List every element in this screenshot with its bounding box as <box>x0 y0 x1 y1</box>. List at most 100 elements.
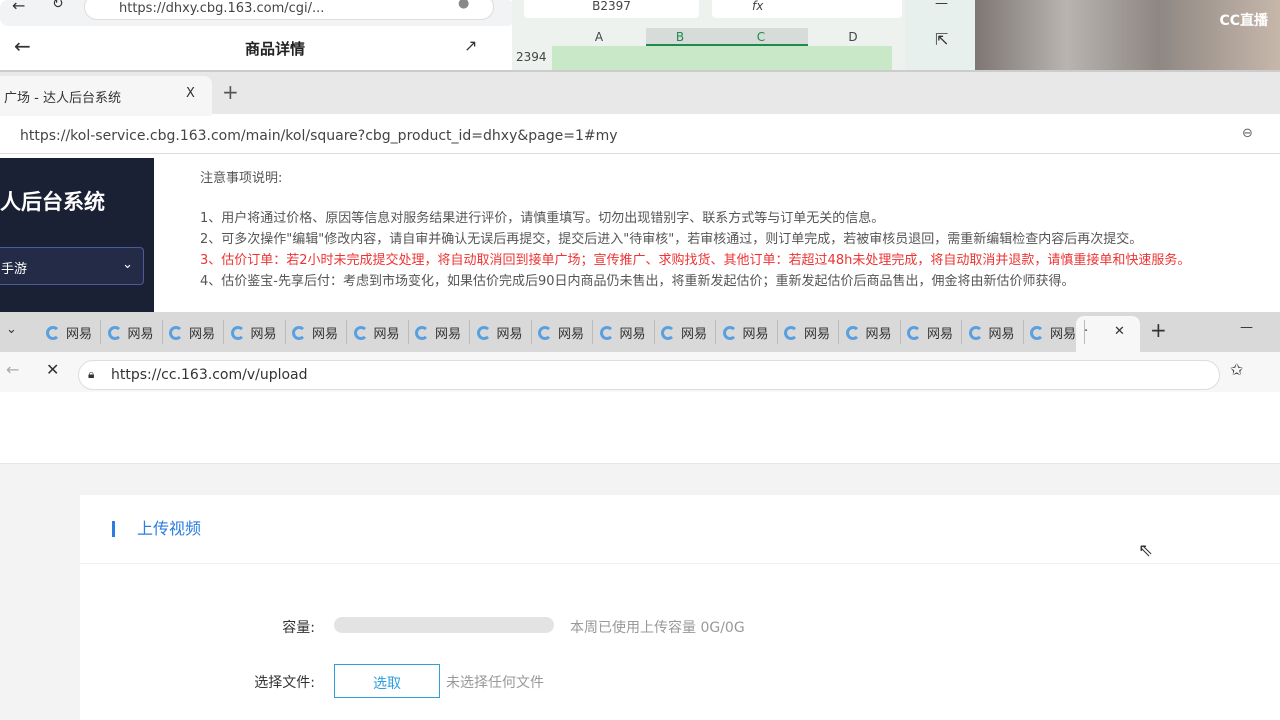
tab-title: 网易 <box>189 327 216 342</box>
note-item-warning: 3、估价订单：若2小时未完成提交处理，将自动取消回到接单广场；宣传推广、求购找货… <box>200 253 1191 268</box>
tab-favicon-icon <box>107 326 122 340</box>
active-tab[interactable]: · ✕ <box>1076 316 1140 352</box>
browser-tab[interactable]: 网易 <box>655 320 716 344</box>
browser-tab[interactable]: 网易 <box>717 320 778 344</box>
browser-tab[interactable]: 网易 <box>409 320 470 344</box>
column-header[interactable]: C <box>714 28 808 46</box>
browser-tab[interactable]: 网易 <box>40 320 101 344</box>
tab-favicon-icon <box>722 326 737 340</box>
capacity-label: 容量: <box>282 620 315 636</box>
tab-favicon-icon <box>292 326 306 340</box>
browser-tab[interactable]: 网易 <box>225 320 286 344</box>
browser-tab[interactable]: 网易 <box>471 320 532 344</box>
tab-title: 网易 <box>681 327 708 342</box>
page-title: 商品详情 <box>244 40 305 58</box>
spreadsheet: B2397 fx A B C D 2394 <box>512 0 905 72</box>
capacity-hint: 本周已使用上传容量 0G/0G <box>570 620 745 636</box>
note-item: 4、估价鉴宝-先享后付：考虑到市场变化，如果估价完成后90日内商品仍未售出，将重… <box>200 274 1075 289</box>
tab-title: 网易 <box>1050 327 1077 342</box>
browser-tab[interactable]: 网易 <box>163 320 224 344</box>
column-header[interactable]: D <box>808 28 898 46</box>
tab-title: 网易 <box>250 327 277 342</box>
tab-favicon-icon <box>169 326 183 340</box>
lock-icon: 🔒︎ <box>88 367 95 381</box>
tab-title: 网易 <box>865 327 892 342</box>
cursor-icon[interactable]: ⇱ <box>935 30 948 49</box>
tab-title: 网易 <box>496 327 523 342</box>
row-header[interactable]: 2394 <box>516 50 547 64</box>
avatar[interactable]: ● <box>458 0 469 11</box>
column-header[interactable]: B <box>646 28 714 46</box>
tab-kol[interactable]: 广场 - 达人后台系统 X <box>0 76 212 116</box>
tab-favicon-icon <box>845 326 860 340</box>
file-label: 选择文件: <box>254 675 315 691</box>
product-select[interactable]: 手游 ⌄ <box>0 247 144 285</box>
back-icon[interactable]: ← <box>6 360 19 379</box>
browser-tab[interactable]: 网易 <box>348 320 409 344</box>
select-value: 手游 <box>1 262 28 277</box>
mouse-cursor-icon: ⇖ <box>1138 540 1154 561</box>
browser-tab[interactable]: 网易 <box>102 320 163 344</box>
back-icon[interactable]: ← <box>12 0 25 15</box>
tab-title: 网易 <box>619 327 646 342</box>
tab-title: 网易 <box>127 327 154 342</box>
tab-bar: ⌄ · ✕ + — 网易 网易 网易 网易 网易 网易 网易 网易 网易 网易 网易 网易 网易 网易 网易… <box>0 312 1280 352</box>
browser-tab[interactable]: 网易 <box>286 320 347 344</box>
selected-cells[interactable] <box>552 46 892 72</box>
tab-title: 广场 - 达人后台系统 <box>4 91 121 106</box>
tab-list-icon[interactable]: ⌄ <box>6 322 17 337</box>
tab-title: 网易 <box>988 327 1015 342</box>
tab-title: 网易 <box>312 327 339 342</box>
new-tab-button[interactable]: + <box>222 80 239 104</box>
favorites-list-icon[interactable]: ✩ <box>1230 360 1243 379</box>
sidebar-title: 人后台系统 <box>0 190 105 214</box>
zoom-icon[interactable]: ⊖ <box>1242 126 1253 141</box>
share-icon[interactable]: ↗ <box>464 36 477 55</box>
tab-title: 网易 <box>804 327 831 342</box>
side-toolbar: — ⇱ <box>905 0 975 72</box>
no-file-text: 未选择任何文件 <box>446 675 544 691</box>
tab-favicon-icon <box>230 326 245 340</box>
minimize-icon[interactable]: — <box>1240 320 1253 335</box>
name-box[interactable]: B2397 <box>524 0 699 18</box>
browser-tab[interactable]: 网易 <box>594 320 655 344</box>
browser-tab[interactable]: 网易 <box>1024 320 1085 344</box>
fx-icon: fx <box>752 0 764 13</box>
tab-title: 网易 <box>558 327 585 342</box>
tab-title: 网易 <box>927 327 954 342</box>
tab-favicon-icon <box>661 326 675 340</box>
back-arrow-icon[interactable]: ← <box>14 34 31 58</box>
site-header <box>0 392 1280 464</box>
upload-card: 上传视频 容量: 本周已使用上传容量 0G/0G 选择文件: 选取 未选择任何文… <box>80 495 1280 720</box>
tab-title: 网易 <box>435 327 462 342</box>
address-bar[interactable]: https://cc.163.com/v/upload <box>78 360 1220 390</box>
browser-tab[interactable]: 网易 <box>840 320 901 344</box>
formula-bar[interactable]: fx <box>712 0 902 18</box>
divider <box>80 563 1280 564</box>
browser-tab[interactable]: 网易 <box>963 320 1024 344</box>
choose-file-button[interactable]: 选取 <box>334 664 440 698</box>
tab-favicon-icon <box>907 326 921 340</box>
browser-tab[interactable]: 网易 <box>901 320 962 344</box>
address-bar[interactable]: https://dhxy.cbg.163.com/cgi/... <box>84 0 494 20</box>
cc-live-logo: CC直播 <box>1219 13 1268 29</box>
tab-favicon-icon <box>538 326 552 340</box>
close-tab-icon[interactable]: X <box>186 86 195 101</box>
stop-icon[interactable]: ✕ <box>46 360 59 379</box>
browser-window-cc: ⌄ · ✕ + — 网易 网易 网易 网易 网易 网易 网易 网易 网易 网易 网易 网易 网易 网易 网易… <box>0 312 1280 720</box>
browser-tab[interactable]: 网易 <box>778 320 839 344</box>
browser-tab[interactable]: 网易 <box>532 320 593 344</box>
close-tab-icon[interactable]: ✕ <box>1114 324 1125 339</box>
browser-window-dhxy: ← ↻ https://dhxy.cbg.163.com/cgi/... ● ←… <box>0 0 515 72</box>
tab-title: 网易 <box>373 327 400 342</box>
new-tab-button[interactable]: + <box>1150 318 1167 342</box>
tab-title: 网易 <box>66 327 93 342</box>
tab-favicon-icon <box>415 326 429 340</box>
sidebar: 人后台系统 手游 ⌄ <box>0 158 154 312</box>
tab-favicon-icon <box>353 326 368 340</box>
minimize-icon[interactable]: — <box>935 0 948 11</box>
notes-heading: 注意事项说明: <box>200 171 283 186</box>
column-header[interactable]: A <box>552 28 646 46</box>
reload-icon[interactable]: ↻ <box>52 0 64 12</box>
address-bar[interactable]: https://kol-service.cbg.163.com/main/kol… <box>0 118 1280 154</box>
